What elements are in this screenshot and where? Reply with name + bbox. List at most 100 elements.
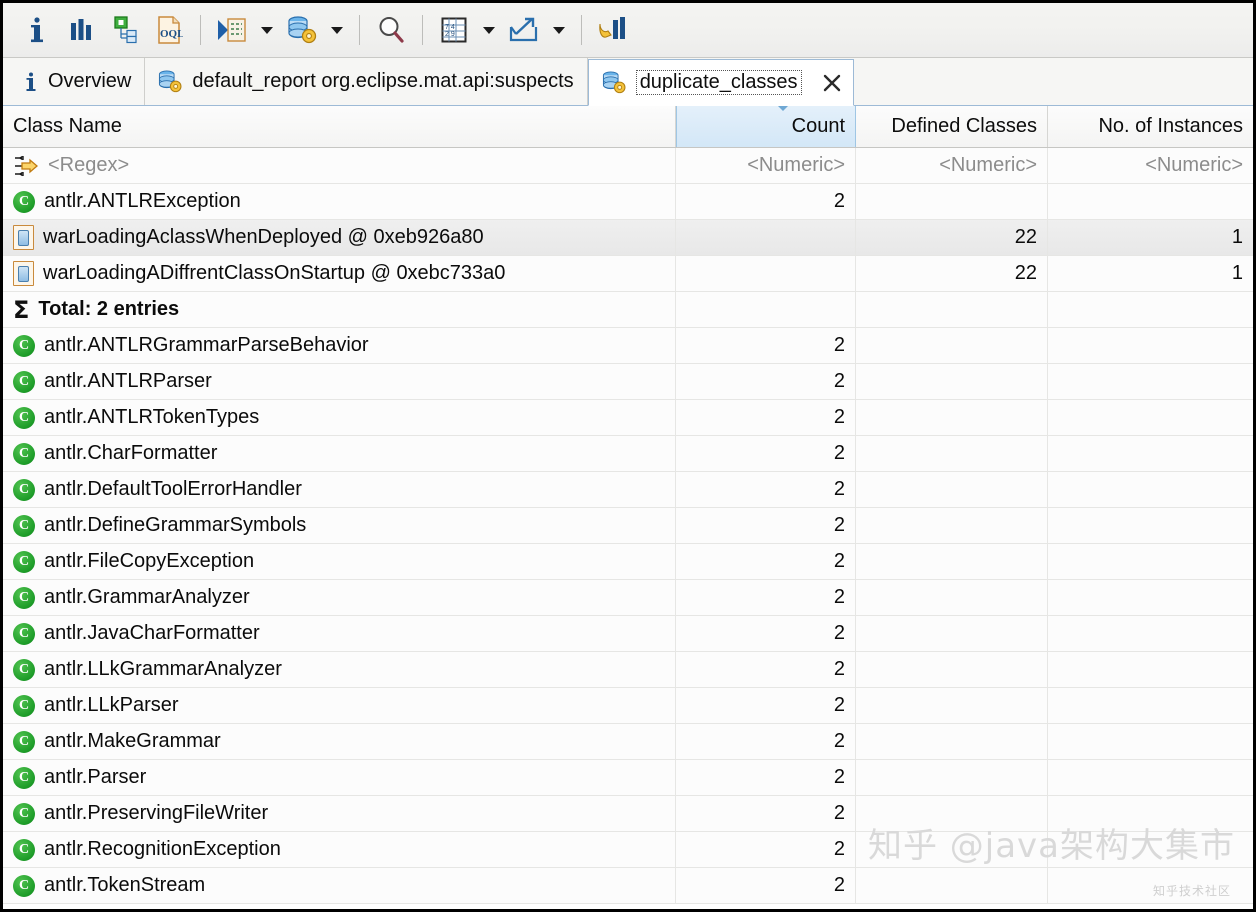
chevron-down-icon [483,27,495,34]
cell-text: <Regex> [48,154,129,177]
table-row[interactable]: ΣTotal: 2 entries [3,292,1253,328]
cell-name: Cantlr.CharFormatter [3,436,676,471]
histogram-button[interactable] [59,8,103,52]
class-icon-glyph: C [13,551,35,573]
calculator-menu[interactable] [476,8,502,52]
table-row[interactable]: Cantlr.ANTLRTokenTypes 2 [3,400,1253,436]
cell-count: <Numeric> [676,148,856,183]
query-browser-menu[interactable] [324,8,350,52]
cell-name: Cantlr.LLkParser [3,688,676,723]
column-header-count[interactable]: Count [676,106,856,147]
class-icon-glyph: C [13,659,35,681]
close-icon [821,72,843,94]
tab-overview[interactable]: Overview [11,58,145,105]
cell-text: 2 [834,622,845,645]
column-header-class-name[interactable]: Class Name [3,106,676,147]
calculator-button[interactable]: 7 4 2 9 [432,8,476,52]
class-icon-glyph: C [13,479,35,501]
cell-instances [1048,184,1253,219]
table-body: <Regex><Numeric><Numeric><Numeric>Cantlr… [3,148,1253,904]
run-expert-system-menu[interactable] [254,8,280,52]
cell-text: 2 [834,766,845,789]
chevron-down-icon [261,27,273,34]
class-icon: C [13,767,35,789]
cell-text: 2 [834,478,845,501]
class-icon: C [13,731,35,753]
cell-instances [1048,328,1253,363]
cell-text: 2 [834,838,845,861]
table-row[interactable]: Cantlr.LLkParser2 [3,688,1253,724]
table-row[interactable]: Cantlr.RecognitionException2 [3,832,1253,868]
class-icon: C [13,803,35,825]
cell-count: 2 [676,508,856,543]
table-row[interactable]: Cantlr.PreservingFileWriter2 [3,796,1253,832]
table-row[interactable]: Cantlr.TokenStream2 [3,868,1253,904]
oql-button[interactable]: OQL [147,8,191,52]
table-row[interactable]: Cantlr.MakeGrammar2 [3,724,1253,760]
tab-default-report[interactable]: default_report org.eclipse.mat.api:suspe… [145,58,587,105]
run-expert-system-button[interactable] [210,8,254,52]
cell-count: 2 [676,688,856,723]
class-icon: C [13,443,35,465]
cell-count: 2 [676,184,856,219]
cell-name: Cantlr.ANTLRTokenTypes [3,400,676,435]
table-row[interactable]: Cantlr.FileCopyException2 [3,544,1253,580]
query-browser-button[interactable] [280,8,324,52]
table-row[interactable]: Cantlr.DefineGrammarSymbols2 [3,508,1253,544]
column-header-defined-classes[interactable]: Defined Classes [856,106,1048,147]
cell-count [676,220,856,255]
class-icon-glyph: C [13,515,35,537]
compare-button[interactable] [591,8,635,52]
table-row[interactable]: Cantlr.LLkGrammarAnalyzer2 [3,652,1253,688]
cell-instances [1048,292,1253,327]
cell-count: 2 [676,868,856,903]
class-icon-glyph: C [13,875,35,897]
cell-instances [1048,832,1253,867]
table-row[interactable]: Cantlr.CharFormatter2 [3,436,1253,472]
sort-descending-icon [776,106,790,111]
column-header-no-of-instances[interactable]: No. of Instances [1048,106,1253,147]
class-icon-glyph: C [13,731,35,753]
cell-text: antlr.MakeGrammar [44,730,221,753]
cell-count: 2 [676,616,856,651]
cell-count: 2 [676,832,856,867]
cell-instances [1048,436,1253,471]
find-button[interactable] [369,8,413,52]
table-row[interactable]: Cantlr.DefaultToolErrorHandler2 [3,472,1253,508]
object-icon [13,261,34,286]
table-row[interactable]: Cantlr.ANTLRParser2 [3,364,1253,400]
overview-info-button[interactable] [15,8,59,52]
cell-defined [856,544,1048,579]
cell-name: warLoadingADiffrentClassOnStartup @ 0xeb… [3,256,676,291]
tab-label: default_report org.eclipse.mat.api:suspe… [192,70,573,93]
tab-close-button[interactable] [817,68,847,98]
cell-text: antlr.ANTLRGrammarParseBehavior [44,334,369,357]
export-button[interactable] [502,8,546,52]
cell-instances [1048,580,1253,615]
class-icon: C [13,551,35,573]
table-row[interactable]: warLoadingAclassWhenDeployed @ 0xeb926a8… [3,220,1253,256]
class-icon-glyph: C [13,767,35,789]
cell-instances: <Numeric> [1048,148,1253,183]
cell-instances: 1 [1048,220,1253,255]
table-row[interactable]: Cantlr.JavaCharFormatter2 [3,616,1253,652]
info-icon [24,15,50,45]
cell-defined [856,508,1048,543]
column-header-label: Count [792,115,845,138]
dominator-tree-button[interactable] [103,8,147,52]
table-row[interactable]: Cantlr.ANTLRException2 [3,184,1253,220]
table-filter-row[interactable]: <Regex><Numeric><Numeric><Numeric> [3,148,1253,184]
cell-text: 2 [834,406,845,429]
cell-text: antlr.ANTLRParser [44,370,212,393]
export-menu[interactable] [546,8,572,52]
table-row[interactable]: Cantlr.GrammarAnalyzer2 [3,580,1253,616]
cell-name: Cantlr.ANTLRGrammarParseBehavior [3,328,676,363]
table-row[interactable]: Cantlr.ANTLRGrammarParseBehavior2 [3,328,1253,364]
class-icon: C [13,335,35,357]
table-row[interactable]: warLoadingADiffrentClassOnStartup @ 0xeb… [3,256,1253,292]
cell-name: Cantlr.ANTLRParser [3,364,676,399]
cell-name: <Regex> [3,148,676,183]
tab-duplicate-classes[interactable]: duplicate_classes [588,59,854,106]
svg-text:7 4: 7 4 [445,24,455,31]
table-row[interactable]: Cantlr.Parser2 [3,760,1253,796]
